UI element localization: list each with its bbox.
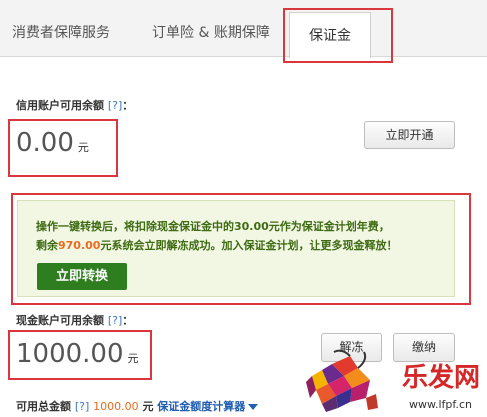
credit-label-text: 信用账户可用余额 xyxy=(16,99,104,112)
highlight-box-notice xyxy=(11,193,471,305)
credit-help-link[interactable]: [?] xyxy=(108,99,122,112)
total-label: 可用总金额 xyxy=(16,400,71,413)
watermark-brand: 乐发网 xyxy=(402,362,480,393)
tab-bar: 消费者保障服务 订单险 & 账期保障 保证金 xyxy=(0,0,487,58)
cash-balance-label: 现金账户可用余额 [?]： xyxy=(16,312,133,328)
highlight-box-credit xyxy=(8,119,118,177)
open-now-button[interactable]: 立即开通 xyxy=(364,121,455,149)
total-balance-line: 可用总金额 [?] 1000.00 元 保证金额度计算器 xyxy=(16,398,259,414)
calculator-link[interactable]: 保证金额度计算器 xyxy=(157,400,245,413)
credit-balance-label: 信用账户可用余额 [?]： xyxy=(16,97,133,113)
cash-help-link[interactable]: [?] xyxy=(108,314,122,327)
total-help-link[interactable]: [?] xyxy=(75,400,89,413)
bull-icon xyxy=(306,349,378,412)
cash-label-text: 现金账户可用余额 xyxy=(16,314,104,327)
chevron-down-icon[interactable] xyxy=(248,404,259,410)
cash-colon: ： xyxy=(122,314,134,327)
total-unit: 元 xyxy=(142,400,154,413)
highlight-box-tab xyxy=(283,8,393,63)
total-amount: 1000.00 xyxy=(93,400,139,413)
highlight-box-cash xyxy=(8,330,152,380)
tab-order-insurance[interactable]: 订单险 & 账期保障 xyxy=(152,22,270,42)
watermark-url: www.lfpf.cn xyxy=(409,398,472,411)
watermark-logo: 乐发网 www.lfpf.cn xyxy=(306,349,480,412)
tab-consumer-protection[interactable]: 消费者保障服务 xyxy=(12,22,110,42)
credit-colon: ： xyxy=(122,99,134,112)
